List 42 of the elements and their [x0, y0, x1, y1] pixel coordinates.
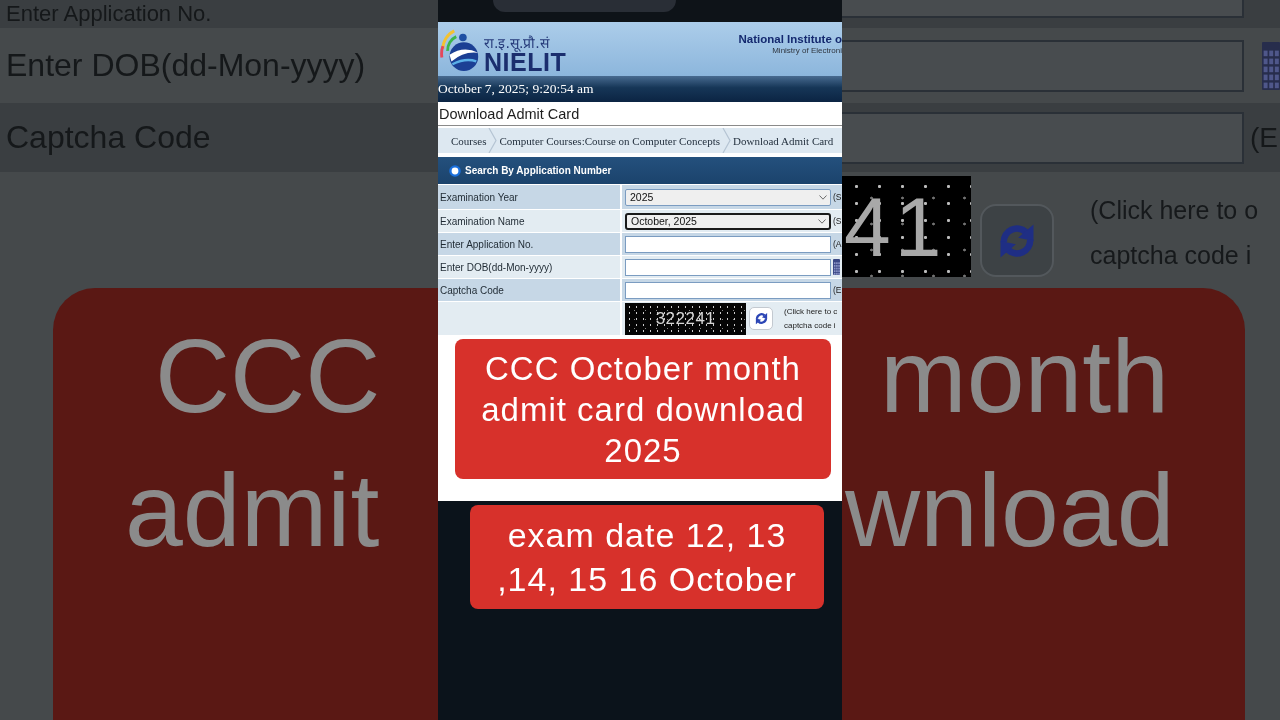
dropdown[interactable]: October, 2025 — [625, 212, 831, 230]
input-field[interactable] — [625, 281, 831, 299]
breadcrumb-link[interactable]: Computer Courses:Course on Computer Concepts — [499, 134, 721, 147]
breadcrumb-link[interactable]: Courses — [451, 134, 487, 147]
hint-text: (E — [833, 285, 842, 295]
hint-text: (S — [833, 192, 842, 202]
label-cell: Captcha Code — [438, 279, 620, 301]
date-time-text: October 7, 2025; 9:20:54 am — [438, 81, 594, 97]
input-field[interactable] — [625, 258, 831, 276]
breadcrumb-link[interactable]: Download Admit Card — [733, 134, 834, 147]
label-cell: Enter Application No. — [438, 233, 620, 255]
logo-wordmark: NIELIT — [484, 51, 567, 73]
radio-label[interactable]: Search By Application Number — [465, 165, 612, 176]
logo-hindi-text: रा.इ.सू.प्रौ.सं — [484, 35, 551, 51]
institute-name: National Institute o — [738, 32, 842, 46]
refresh-icon — [753, 311, 769, 326]
caption-text: wnload — [845, 450, 1175, 570]
caption-text: month — [880, 317, 1170, 436]
captcha-code: 41 — [843, 184, 946, 269]
caption-text: CCC — [155, 317, 381, 436]
hint-text: (A — [833, 239, 842, 249]
calendar-icon — [1262, 41, 1280, 90]
calendar-icon — [833, 259, 840, 275]
chevron-down-icon — [818, 218, 826, 224]
dropdown[interactable]: 2025 — [625, 188, 831, 206]
help-text: (Click here to c — [784, 305, 838, 318]
label-cell: Examination Year — [438, 185, 620, 209]
label-cell: Enter DOB(dd-Mon-yyyy) — [438, 256, 620, 278]
caption-text: admit — [125, 450, 380, 570]
chevron-down-icon — [819, 194, 827, 200]
chevron-icon — [488, 128, 498, 153]
caption-text: CCC October month admit card download 2025 — [480, 348, 806, 471]
caption-text: exam date 12, 13 ,14, 15 16 October — [496, 515, 798, 600]
help-text: captcha code i — [784, 319, 836, 332]
captcha-code: 322241 — [655, 308, 716, 329]
radio-button[interactable] — [449, 164, 461, 177]
ministry-name: Ministry of Electroni — [771, 46, 842, 56]
page-title: Download Admit Card — [438, 105, 580, 122]
label-cell: Examination Name — [438, 210, 620, 232]
chevron-icon — [722, 128, 732, 153]
hint-text: (S — [833, 216, 842, 226]
input-field[interactable] — [625, 235, 831, 253]
